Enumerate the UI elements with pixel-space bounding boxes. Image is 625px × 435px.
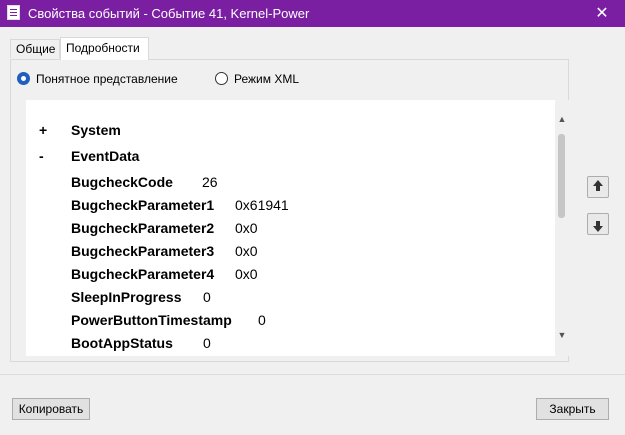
scroll-down-icon[interactable]: ▼ <box>557 330 567 340</box>
field-name: BootAppStatus <box>71 335 173 351</box>
tab-details[interactable]: Подробности <box>60 37 149 60</box>
field-value: 0 <box>203 335 211 351</box>
footer-divider <box>0 374 625 375</box>
field-name: PowerButtonTimestamp <box>71 312 232 328</box>
system-label: System <box>71 122 121 138</box>
event-details-content: + System - EventData BugcheckCode 26 Bug… <box>26 100 555 356</box>
scroll-up-icon[interactable]: ▲ <box>557 114 567 124</box>
field-value: 0 <box>203 289 211 305</box>
expand-system-toggle[interactable]: + <box>39 122 51 139</box>
field-value: 0 <box>258 312 266 328</box>
xml-view-label: Режим XML <box>234 72 300 86</box>
field-name: BugcheckParameter3 <box>71 243 215 259</box>
next-event-button[interactable] <box>587 213 609 235</box>
field-value: 0x61941 <box>235 197 289 213</box>
field-name: BugcheckParameter4 <box>71 266 215 282</box>
close-window-button[interactable]: ✕ <box>579 0 625 27</box>
eventdata-label: EventData <box>71 148 140 164</box>
copy-button[interactable]: Копировать <box>12 398 90 420</box>
field-value: 0x0 <box>235 266 258 282</box>
previous-event-button[interactable] <box>587 176 609 198</box>
field-name: BugcheckParameter1 <box>71 197 215 213</box>
field-value: 0x0 <box>235 243 258 259</box>
window-title: Свойства событий - Событие 41, Kernel-Po… <box>28 6 310 21</box>
arrow-down-icon <box>593 221 603 232</box>
tab-general[interactable]: Общие <box>10 39 60 58</box>
xml-view-radio[interactable] <box>215 72 228 85</box>
friendly-view-radio[interactable] <box>17 72 30 85</box>
scrollbar-thumb[interactable] <box>558 134 565 218</box>
event-viewer-app-icon <box>7 5 20 20</box>
field-value: 26 <box>202 174 218 190</box>
details-scrollbar[interactable]: ▲ ▼ <box>555 100 569 356</box>
collapse-eventdata-toggle[interactable]: - <box>39 148 51 165</box>
field-value: 0x0 <box>235 220 258 236</box>
friendly-view-label: Понятное представление <box>36 72 178 86</box>
field-name: BugcheckParameter2 <box>71 220 215 236</box>
field-name: BugcheckCode <box>71 174 173 190</box>
xml-view-option[interactable]: Режим XML <box>215 71 315 87</box>
close-button[interactable]: Закрыть <box>536 398 609 420</box>
arrow-up-icon <box>593 180 603 191</box>
title-bar: Свойства событий - Событие 41, Kernel-Po… <box>0 0 625 27</box>
field-name: SleepInProgress <box>71 289 182 305</box>
friendly-view-option[interactable]: Понятное представление <box>17 71 187 87</box>
